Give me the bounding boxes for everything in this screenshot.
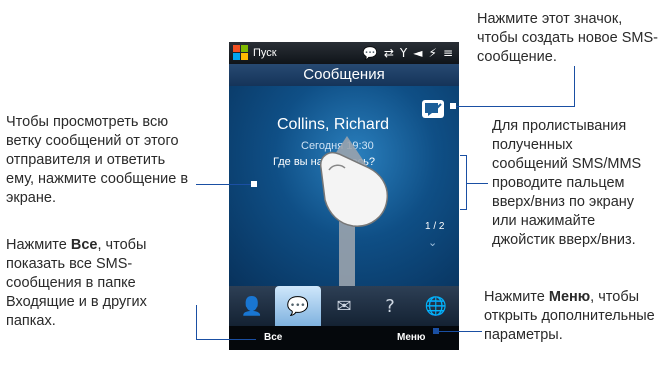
menu-icon[interactable]: ≡ [443, 46, 453, 60]
tab-bar: 👤 💬 ✉ ? 🌐 [229, 286, 459, 326]
scroll-line: или нажимайте [492, 213, 596, 229]
message-area[interactable]: Collins, Richard Сегодня 19:30 Где вы на… [229, 86, 459, 326]
annotation-view-thread: Чтобы просмотреть всю ветку сообщений от… [6, 114, 189, 206]
tab-email[interactable]: ✉ [321, 286, 367, 326]
callout-line [196, 184, 254, 185]
callout-line [466, 183, 488, 184]
callout-dot [251, 181, 257, 187]
annotation-menu: Нажмите Меню, чтобы открыть дополнительн… [484, 288, 664, 345]
battery-icon: ⚡ [428, 46, 437, 60]
annotation-scroll: Для пролистывания полученных сообщений S… [492, 117, 672, 250]
chevron-down-icon: ⌄ [428, 237, 438, 249]
message-icon: 💬 [286, 295, 310, 317]
status-bar: Пуск 💬 ⇄ Y ◄ ⚡ ≡ [229, 42, 459, 64]
phone-screen: Пуск 💬 ⇄ Y ◄ ⚡ ≡ Сообщения Collins, Rich… [229, 42, 459, 350]
globe-icon: 🌐 [424, 295, 448, 317]
windows-logo-icon[interactable] [233, 45, 249, 61]
softkey-all[interactable]: Все [264, 332, 282, 343]
annotation-menu-pre: Нажмите [484, 289, 549, 305]
scroll-line: вверх/вниз по экрану [492, 194, 635, 210]
new-sms-icon[interactable] [422, 100, 444, 118]
signal-icon: Y [399, 46, 408, 60]
scroll-line: джойстик вверх/вниз. [492, 232, 636, 248]
tab-music[interactable]: ? [367, 286, 413, 326]
music-icon: ? [385, 295, 395, 317]
softkey-bar: Все Меню [229, 326, 459, 350]
scroll-line: проводите пальцем [492, 175, 625, 191]
message-status-icon: 💬 [362, 46, 378, 60]
tab-internet[interactable]: 🌐 [413, 286, 459, 326]
callout-dot [450, 103, 456, 109]
tab-messages[interactable]: 💬 [275, 286, 321, 326]
callout-line [438, 331, 482, 332]
volume-icon: ◄ [413, 46, 423, 60]
callout-line [460, 155, 467, 156]
annotation-new-sms: Нажмите этот значок, чтобы создать новое… [477, 11, 658, 65]
annotation-all: Нажмите Все, чтобы показать все SMS-сооб… [6, 236, 181, 331]
envelope-icon: ✉ [336, 295, 352, 317]
tab-contacts[interactable]: 👤 [229, 286, 275, 326]
sync-icon: ⇄ [383, 46, 394, 60]
callout-line [196, 339, 256, 340]
page-title: Сообщения [229, 64, 459, 86]
start-label[interactable]: Пуск [253, 47, 277, 59]
softkey-menu[interactable]: Меню [397, 332, 425, 343]
callout-line [574, 66, 575, 106]
scroll-line: полученных [492, 137, 573, 153]
annotation-menu-bold: Меню [548, 289, 591, 305]
finger-icon [320, 152, 389, 227]
annotation-all-pre: Нажмите [6, 237, 71, 253]
callout-dot [433, 328, 439, 334]
callout-line [452, 106, 575, 107]
message-counter: 1 / 2 [425, 221, 445, 232]
annotation-all-bold: Все [70, 237, 98, 253]
scroll-line: Для пролистывания [492, 118, 627, 134]
callout-line [460, 209, 467, 210]
callout-line [196, 305, 197, 339]
scroll-line: сообщений SMS/MMS [492, 156, 642, 172]
person-icon: 👤 [240, 295, 264, 317]
